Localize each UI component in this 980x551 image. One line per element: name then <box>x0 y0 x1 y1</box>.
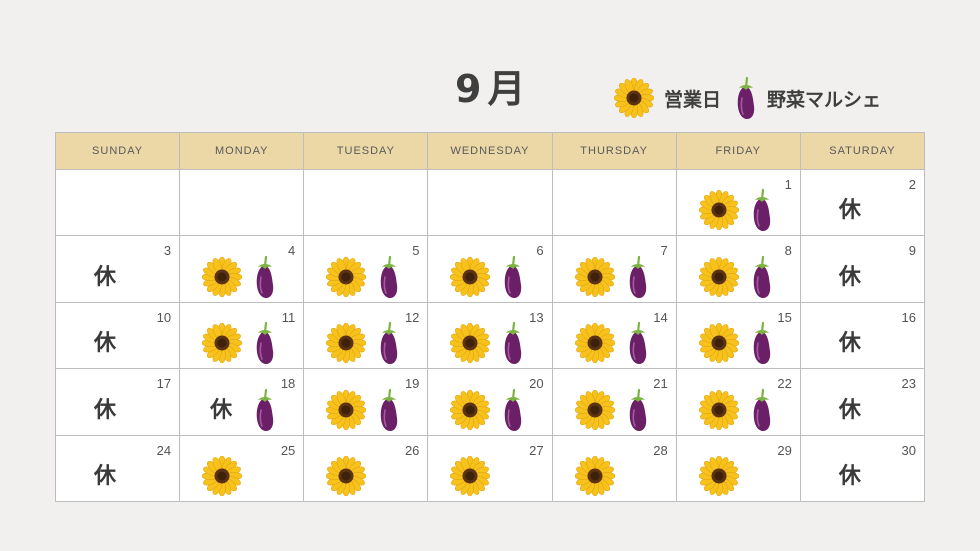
weekday-header-sunday: SUNDAY <box>56 133 181 170</box>
eggplant-icon <box>629 255 646 298</box>
eggplant-icon <box>753 255 770 298</box>
sunflower-icon <box>450 256 491 297</box>
sunflower-icon <box>574 323 615 364</box>
closed-label: 休 <box>838 331 861 357</box>
eggplant-icon <box>505 322 522 365</box>
sunflower-icon <box>326 389 367 430</box>
sunflower-icon <box>450 323 491 364</box>
empty-day-cell <box>304 170 429 237</box>
closed-label: 休 <box>94 464 117 489</box>
sunflower-icon <box>698 389 739 430</box>
day-cell-13: 13 <box>428 302 553 370</box>
closed-label: 休 <box>210 397 233 423</box>
day-cell-18: 18 休 <box>180 369 305 436</box>
day-cell-23: 23 休 <box>800 369 925 436</box>
closed-label: 休 <box>838 464 861 489</box>
day-cell-19: 19 <box>304 369 429 436</box>
sunflower-icon <box>698 323 739 364</box>
eggplant-icon <box>629 388 646 431</box>
day-cell-14: 14 <box>552 302 677 370</box>
day-cell-17: 17 休 <box>56 369 181 436</box>
sunflower-icon <box>698 190 739 231</box>
day-cell-15: 15 <box>676 302 801 370</box>
closed-label: 休 <box>838 198 861 224</box>
weekday-header-friday: FRIDAY <box>676 133 801 170</box>
sunflower-icon <box>614 78 654 118</box>
eggplant-icon <box>381 255 398 298</box>
weekday-header-tuesday: TUESDAY <box>304 133 429 170</box>
day-cell-30: 30 休 <box>800 435 925 502</box>
eggplant-icon <box>737 76 755 119</box>
closed-label: 休 <box>94 264 117 290</box>
day-cell-9: 9休 <box>800 236 925 303</box>
day-cell-4: 4 <box>180 236 305 303</box>
day-cell-25: 25 <box>180 435 305 502</box>
eggplant-icon <box>256 388 274 431</box>
sunflower-icon <box>202 323 243 364</box>
legend-label-vegetable-market: 野菜マルシェ <box>767 88 882 111</box>
day-cell-1: 1 <box>676 170 801 237</box>
sunflower-icon <box>574 456 615 496</box>
eggplant-icon <box>381 388 398 431</box>
day-cell-3: 3休 <box>56 236 181 303</box>
sunflower-icon <box>326 256 367 297</box>
sunflower-icon <box>326 323 367 364</box>
day-cell-28: 28 <box>552 435 677 502</box>
sunflower-icon <box>326 456 367 496</box>
empty-day-cell <box>428 170 553 237</box>
eggplant-icon <box>256 255 274 298</box>
day-cell-12: 12 <box>304 302 429 370</box>
eggplant-icon <box>753 189 770 232</box>
sunflower-icon <box>698 456 739 496</box>
eggplant-icon <box>381 322 398 365</box>
weekday-header-saturday: SATURDAY <box>800 133 925 170</box>
sunflower-icon <box>450 389 491 430</box>
day-cell-11: 11 <box>180 302 305 370</box>
weekday-header-thursday: THURSDAY <box>552 133 677 170</box>
sunflower-icon <box>202 456 243 496</box>
eggplant-icon <box>629 322 646 365</box>
empty-day-cell <box>180 170 305 237</box>
month-title: 9月 <box>455 67 532 111</box>
day-cell-5: 5 <box>304 236 429 303</box>
day-cell-10: 10 休 <box>56 302 181 370</box>
eggplant-icon <box>753 322 770 365</box>
day-cell-16: 16 休 <box>800 302 925 370</box>
closed-label: 休 <box>838 264 861 290</box>
weekday-header-wednesday: WEDNESDAY <box>428 133 553 170</box>
eggplant-icon <box>505 388 522 431</box>
day-cell-29: 29 <box>676 435 801 502</box>
day-cell-27: 27 <box>428 435 553 502</box>
empty-day-cell <box>56 170 181 237</box>
day-cell-21: 21 <box>552 369 677 436</box>
empty-day-cell <box>552 170 677 237</box>
day-cell-24: 24 休 <box>56 435 181 502</box>
eggplant-icon <box>505 255 522 298</box>
eggplant-icon <box>256 322 274 365</box>
sunflower-icon <box>698 256 739 297</box>
day-cell-6: 6 <box>428 236 553 303</box>
legend: 営業日 野菜マルシェ <box>614 76 881 120</box>
day-cell-7: 7 <box>552 236 677 303</box>
sunflower-icon <box>574 389 615 430</box>
sunflower-icon <box>202 256 243 297</box>
legend-label-business-day: 営業日 <box>664 88 722 111</box>
sunflower-icon <box>450 456 491 496</box>
closed-label: 休 <box>838 397 861 423</box>
day-cell-8: 8 <box>676 236 801 303</box>
sunflower-icon <box>574 256 615 297</box>
closed-label: 休 <box>94 331 117 357</box>
calendar-grid: SUNDAY MONDAY TUESDAY WEDNESDAY THURSDAY FRID… <box>55 132 925 502</box>
day-cell-22: 22 <box>676 369 801 436</box>
closed-label: 休 <box>94 397 117 423</box>
weekday-header-monday: MONDAY <box>180 133 305 170</box>
eggplant-icon <box>753 388 770 431</box>
day-cell-26: 26 <box>304 435 429 502</box>
day-cell-20: 20 <box>428 369 553 436</box>
day-cell-2: 2休 <box>800 170 925 237</box>
